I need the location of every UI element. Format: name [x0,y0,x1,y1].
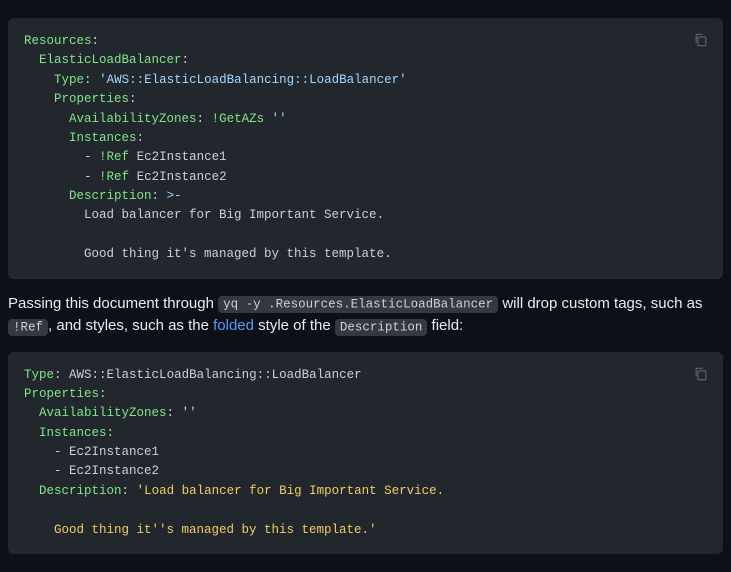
code-content: Type: AWS::ElasticLoadBalancing::LoadBal… [24,366,707,540]
inline-code-ref: !Ref [8,319,48,336]
yaml-value: Ec2Instance2 [69,464,159,478]
copy-button[interactable] [689,28,713,52]
code-block-yaml-output: Type: AWS::ElasticLoadBalancing::LoadBal… [8,352,723,554]
text: style of the [254,317,335,334]
yaml-key: AvailabilityZones [69,112,197,126]
yaml-value: Ec2Instance1 [69,445,159,459]
yaml-key: Description [39,484,122,498]
inline-code-command: yq -y .Resources.ElasticLoadBalancer [218,296,498,313]
yaml-value: Ec2Instance2 [137,170,227,184]
yaml-quoted-string: 'Load balancer for Big Important Service… [137,484,445,498]
text: field: [427,317,463,334]
yaml-key: Instances [69,131,137,145]
yaml-tag: !Ref [99,170,129,184]
yaml-value: AWS::ElasticLoadBalancing::LoadBalancer [69,368,362,382]
text: Passing this document through [8,295,218,312]
yaml-key: ElasticLoadBalancer [39,53,182,67]
folded-link[interactable]: folded [213,317,254,334]
yaml-key: Type [54,73,84,87]
yaml-key: Properties [54,92,129,106]
yaml-key: Type [24,368,54,382]
text: will drop custom tags, such as [498,295,702,312]
yaml-tag: !Ref [99,150,129,164]
copy-icon [694,367,708,381]
explanation-paragraph: Passing this document through yq -y .Res… [8,293,723,338]
yaml-key: Description [69,189,152,203]
text: , and styles, such as the [48,317,213,334]
code-block-yaml-source: Resources: ElasticLoadBalancer: Type: 'A… [8,18,723,279]
yaml-key: Resources [24,34,92,48]
inline-code-description: Description [335,319,428,336]
yaml-key: Instances [39,426,107,440]
yaml-string: 'AWS::ElasticLoadBalancing::LoadBalancer… [99,73,407,87]
yaml-value: Ec2Instance1 [137,150,227,164]
yaml-string: '' [272,112,287,126]
code-content: Resources: ElasticLoadBalancer: Type: 'A… [24,32,707,265]
yaml-key: Properties [24,387,99,401]
copy-button[interactable] [689,362,713,386]
yaml-quoted-string: Good thing it''s managed by this templat… [24,523,377,537]
yaml-tag: !GetAZs [212,112,265,126]
copy-icon [694,33,708,47]
yaml-string: '' [182,406,197,420]
yaml-fold: >- [167,189,182,203]
yaml-text: Load balancer for Big Important Service. [84,208,384,222]
yaml-key: AvailabilityZones [39,406,167,420]
yaml-text: Good thing it's managed by this template… [84,247,392,261]
